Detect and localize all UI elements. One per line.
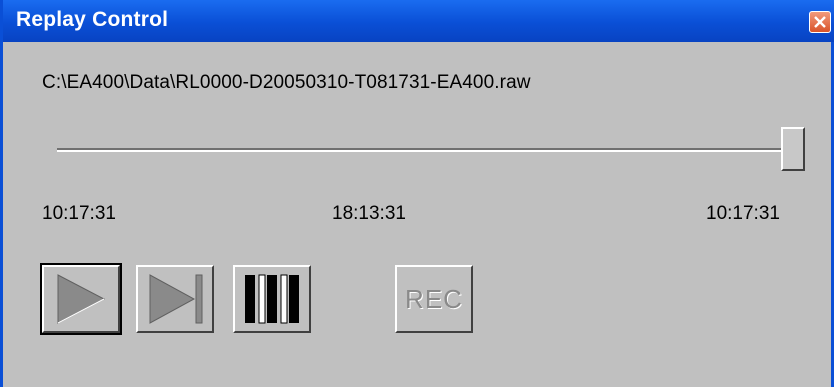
- record-button-label: REC: [405, 283, 463, 314]
- replay-slider-track[interactable]: [57, 148, 805, 152]
- step-forward-button[interactable]: [136, 265, 214, 333]
- file-path-label: C:\EA400\Data\RL0000-D20050310-T081731-E…: [42, 72, 531, 93]
- step-forward-icon: [149, 274, 203, 324]
- start-time-label: 10:17:31: [42, 203, 116, 224]
- play-button[interactable]: [40, 263, 122, 335]
- close-icon: [814, 16, 826, 28]
- pause-button[interactable]: [233, 265, 311, 333]
- record-button[interactable]: REC: [395, 265, 473, 333]
- end-time-label: 10:17:31: [706, 203, 780, 224]
- pause-icon: [245, 274, 299, 324]
- window-title: Replay Control: [16, 8, 169, 31]
- replay-slider-thumb[interactable]: [781, 127, 805, 171]
- close-button[interactable]: [809, 11, 831, 33]
- current-time-label: 18:13:31: [332, 203, 406, 224]
- play-icon: [57, 274, 106, 324]
- title-bar[interactable]: Replay Control: [3, 0, 834, 42]
